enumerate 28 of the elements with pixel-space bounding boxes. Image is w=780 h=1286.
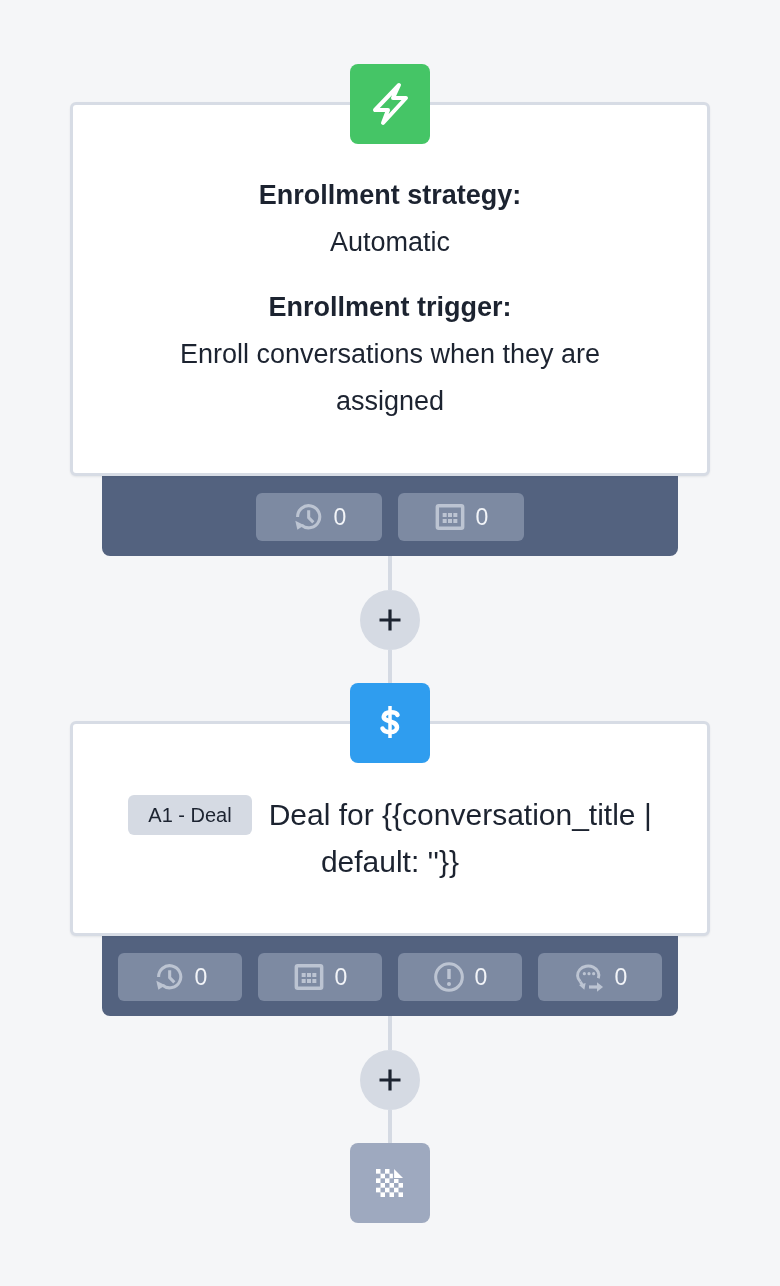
step-tag: A1 - Deal <box>128 795 252 836</box>
lightning-icon <box>350 64 430 144</box>
stat-button[interactable]: 0 <box>398 493 524 541</box>
stat-button[interactable]: 0 <box>118 953 242 1001</box>
plus-icon <box>378 1068 402 1092</box>
grid-icon <box>292 961 325 993</box>
node-card[interactable]: A1 - Deal Deal for {{conversation_title | default: ''}} <box>70 721 710 936</box>
stat-count: 0 <box>334 965 348 989</box>
field-value: Enroll conversations when they are assigned <box>178 338 602 418</box>
stat-count: 0 <box>194 965 208 989</box>
node-card[interactable]: Enrollment strategy: Automatic Enrollment trigger: Enroll conversations when they are assigned <box>70 102 710 476</box>
stat-button[interactable]: 0 <box>538 953 662 1001</box>
stat-button[interactable]: 0 <box>398 953 522 1001</box>
stat-button[interactable]: 0 <box>256 493 382 541</box>
dollar-icon <box>350 683 430 763</box>
exclamation-circle-icon <box>432 961 465 993</box>
field-value: Automatic <box>329 226 451 259</box>
stat-count: 0 <box>614 965 628 989</box>
stat-button[interactable]: 0 <box>258 953 382 1001</box>
deal-title: Deal for {{conversation_title | default: ''}} <box>268 798 652 878</box>
field-label: Enrollment trigger: <box>268 291 512 324</box>
stat-count: 0 <box>475 505 489 529</box>
field-label: Enrollment strategy: <box>258 179 522 212</box>
grid-icon <box>433 501 466 533</box>
stat-count: 0 <box>333 505 347 529</box>
checkered-document-icon[interactable] <box>350 1143 430 1223</box>
plus-icon <box>378 608 402 632</box>
stat-count: 0 <box>474 965 488 989</box>
